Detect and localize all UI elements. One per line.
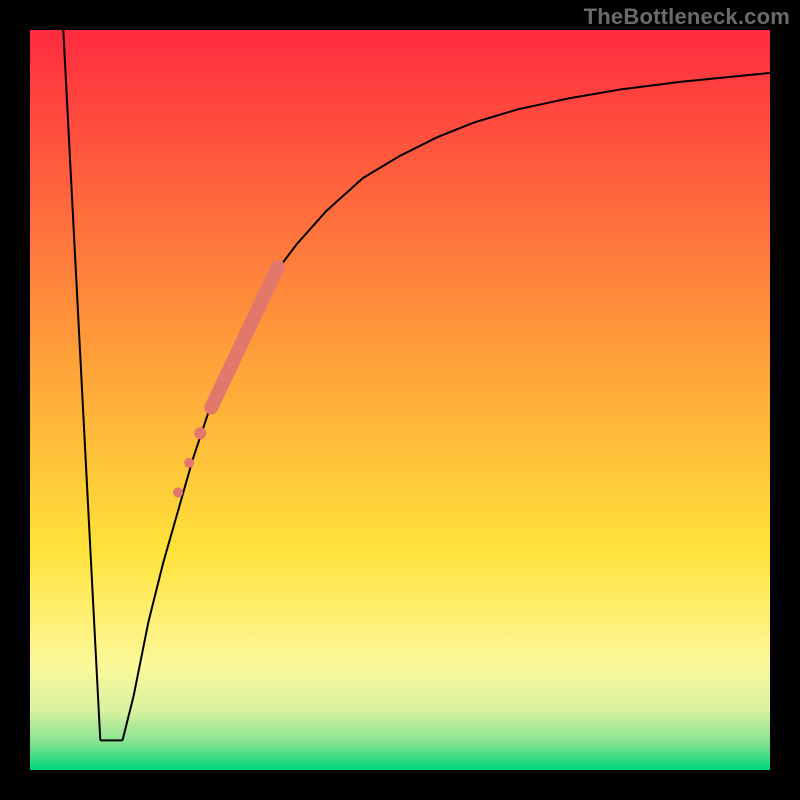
coral-dot-upper — [194, 427, 206, 439]
plot-area — [30, 30, 770, 770]
watermark-text: TheBottleneck.com — [584, 4, 790, 30]
coral-dot-lower — [173, 488, 183, 498]
chart-svg — [30, 30, 770, 770]
chart-frame: TheBottleneck.com — [0, 0, 800, 800]
coral-dot-mid — [184, 458, 194, 468]
